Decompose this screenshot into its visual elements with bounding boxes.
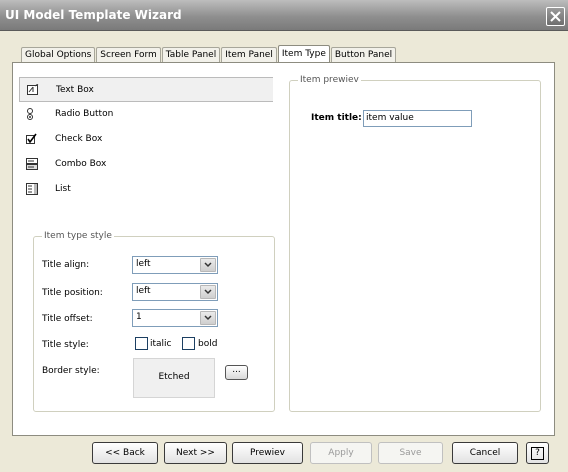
group-title: Item type style — [42, 231, 114, 241]
bold-label: bold — [198, 339, 218, 349]
tab-table-panel[interactable]: Table Panel — [161, 47, 221, 63]
check-box-icon — [26, 133, 37, 144]
border-style-value: Etched — [158, 372, 190, 382]
item-type-list: Text Box Radio Button Check Box Combo Bo… — [19, 77, 273, 202]
back-button[interactable]: << Back — [92, 442, 158, 464]
item-preview-group: Item prewiev — [289, 75, 541, 412]
select-value: left — [136, 259, 151, 269]
title-offset-label: Title offset: — [42, 314, 93, 324]
list-item-list[interactable]: List — [19, 177, 273, 202]
chevron-down-icon — [204, 315, 212, 321]
text-box-icon — [27, 84, 39, 95]
list-icon — [26, 183, 38, 195]
group-title: Item prewiev — [298, 75, 361, 85]
list-item-label: Text Box — [56, 85, 94, 95]
title-position-label: Title position: — [42, 288, 103, 298]
help-button[interactable]: ? — [526, 442, 549, 464]
apply-button[interactable]: Apply — [310, 442, 372, 464]
title-align-select[interactable]: left — [132, 256, 218, 274]
list-item-radio-button[interactable]: Radio Button — [19, 102, 273, 127]
preview-item-input[interactable]: item value — [363, 110, 472, 127]
border-style-preview: Etched — [133, 358, 215, 398]
window-title: UI Model Template Wizard — [5, 8, 182, 22]
tab-global-options[interactable]: Global Options — [21, 47, 96, 63]
select-value: 1 — [136, 312, 142, 322]
title-style-label: Title style: — [42, 340, 89, 350]
list-item-text-box[interactable]: Text Box — [19, 77, 273, 102]
list-item-label: Radio Button — [55, 109, 114, 119]
preview-button[interactable]: Prewiev — [232, 442, 303, 464]
save-button[interactable]: Save — [378, 442, 443, 464]
chevron-down-icon — [204, 262, 212, 268]
tab-item-type[interactable]: Item Type — [277, 45, 330, 63]
radio-button-icon — [27, 108, 33, 120]
chevron-down-icon — [204, 289, 212, 295]
list-item-check-box[interactable]: Check Box — [19, 127, 273, 152]
dropdown-button[interactable] — [200, 285, 216, 299]
next-button[interactable]: Next >> — [164, 442, 227, 464]
tab-strip: Global Options Screen Form Table Panel I… — [21, 45, 397, 63]
close-button[interactable] — [546, 7, 565, 26]
select-value: left — [136, 286, 151, 296]
help-icon: ? — [531, 447, 544, 460]
title-bar: UI Model Template Wizard — [0, 0, 568, 31]
border-style-browse-button[interactable]: ... — [225, 365, 248, 380]
border-style-label: Border style: — [42, 366, 100, 376]
title-align-label: Title align: — [42, 260, 90, 270]
tab-screen-form[interactable]: Screen Form — [96, 47, 161, 63]
list-item-combo-box[interactable]: Combo Box — [19, 152, 273, 177]
list-item-label: Combo Box — [55, 159, 107, 169]
list-item-label: List — [55, 184, 71, 194]
dropdown-button[interactable] — [200, 311, 216, 325]
italic-label: italic — [150, 339, 172, 349]
title-offset-select[interactable]: 1 — [132, 309, 218, 327]
preview-item-title: Item title: — [311, 113, 362, 123]
combo-box-icon — [26, 158, 38, 170]
tab-button-panel[interactable]: Button Panel — [330, 47, 397, 63]
input-value: item value — [366, 113, 414, 123]
dropdown-button[interactable] — [200, 258, 216, 272]
bold-checkbox[interactable] — [182, 337, 195, 350]
close-icon — [550, 11, 561, 22]
list-item-label: Check Box — [55, 134, 103, 144]
italic-checkbox[interactable] — [135, 337, 148, 350]
title-position-select[interactable]: left — [132, 283, 218, 301]
cancel-button[interactable]: Cancel — [452, 442, 518, 464]
tab-item-panel[interactable]: Item Panel — [221, 47, 277, 63]
